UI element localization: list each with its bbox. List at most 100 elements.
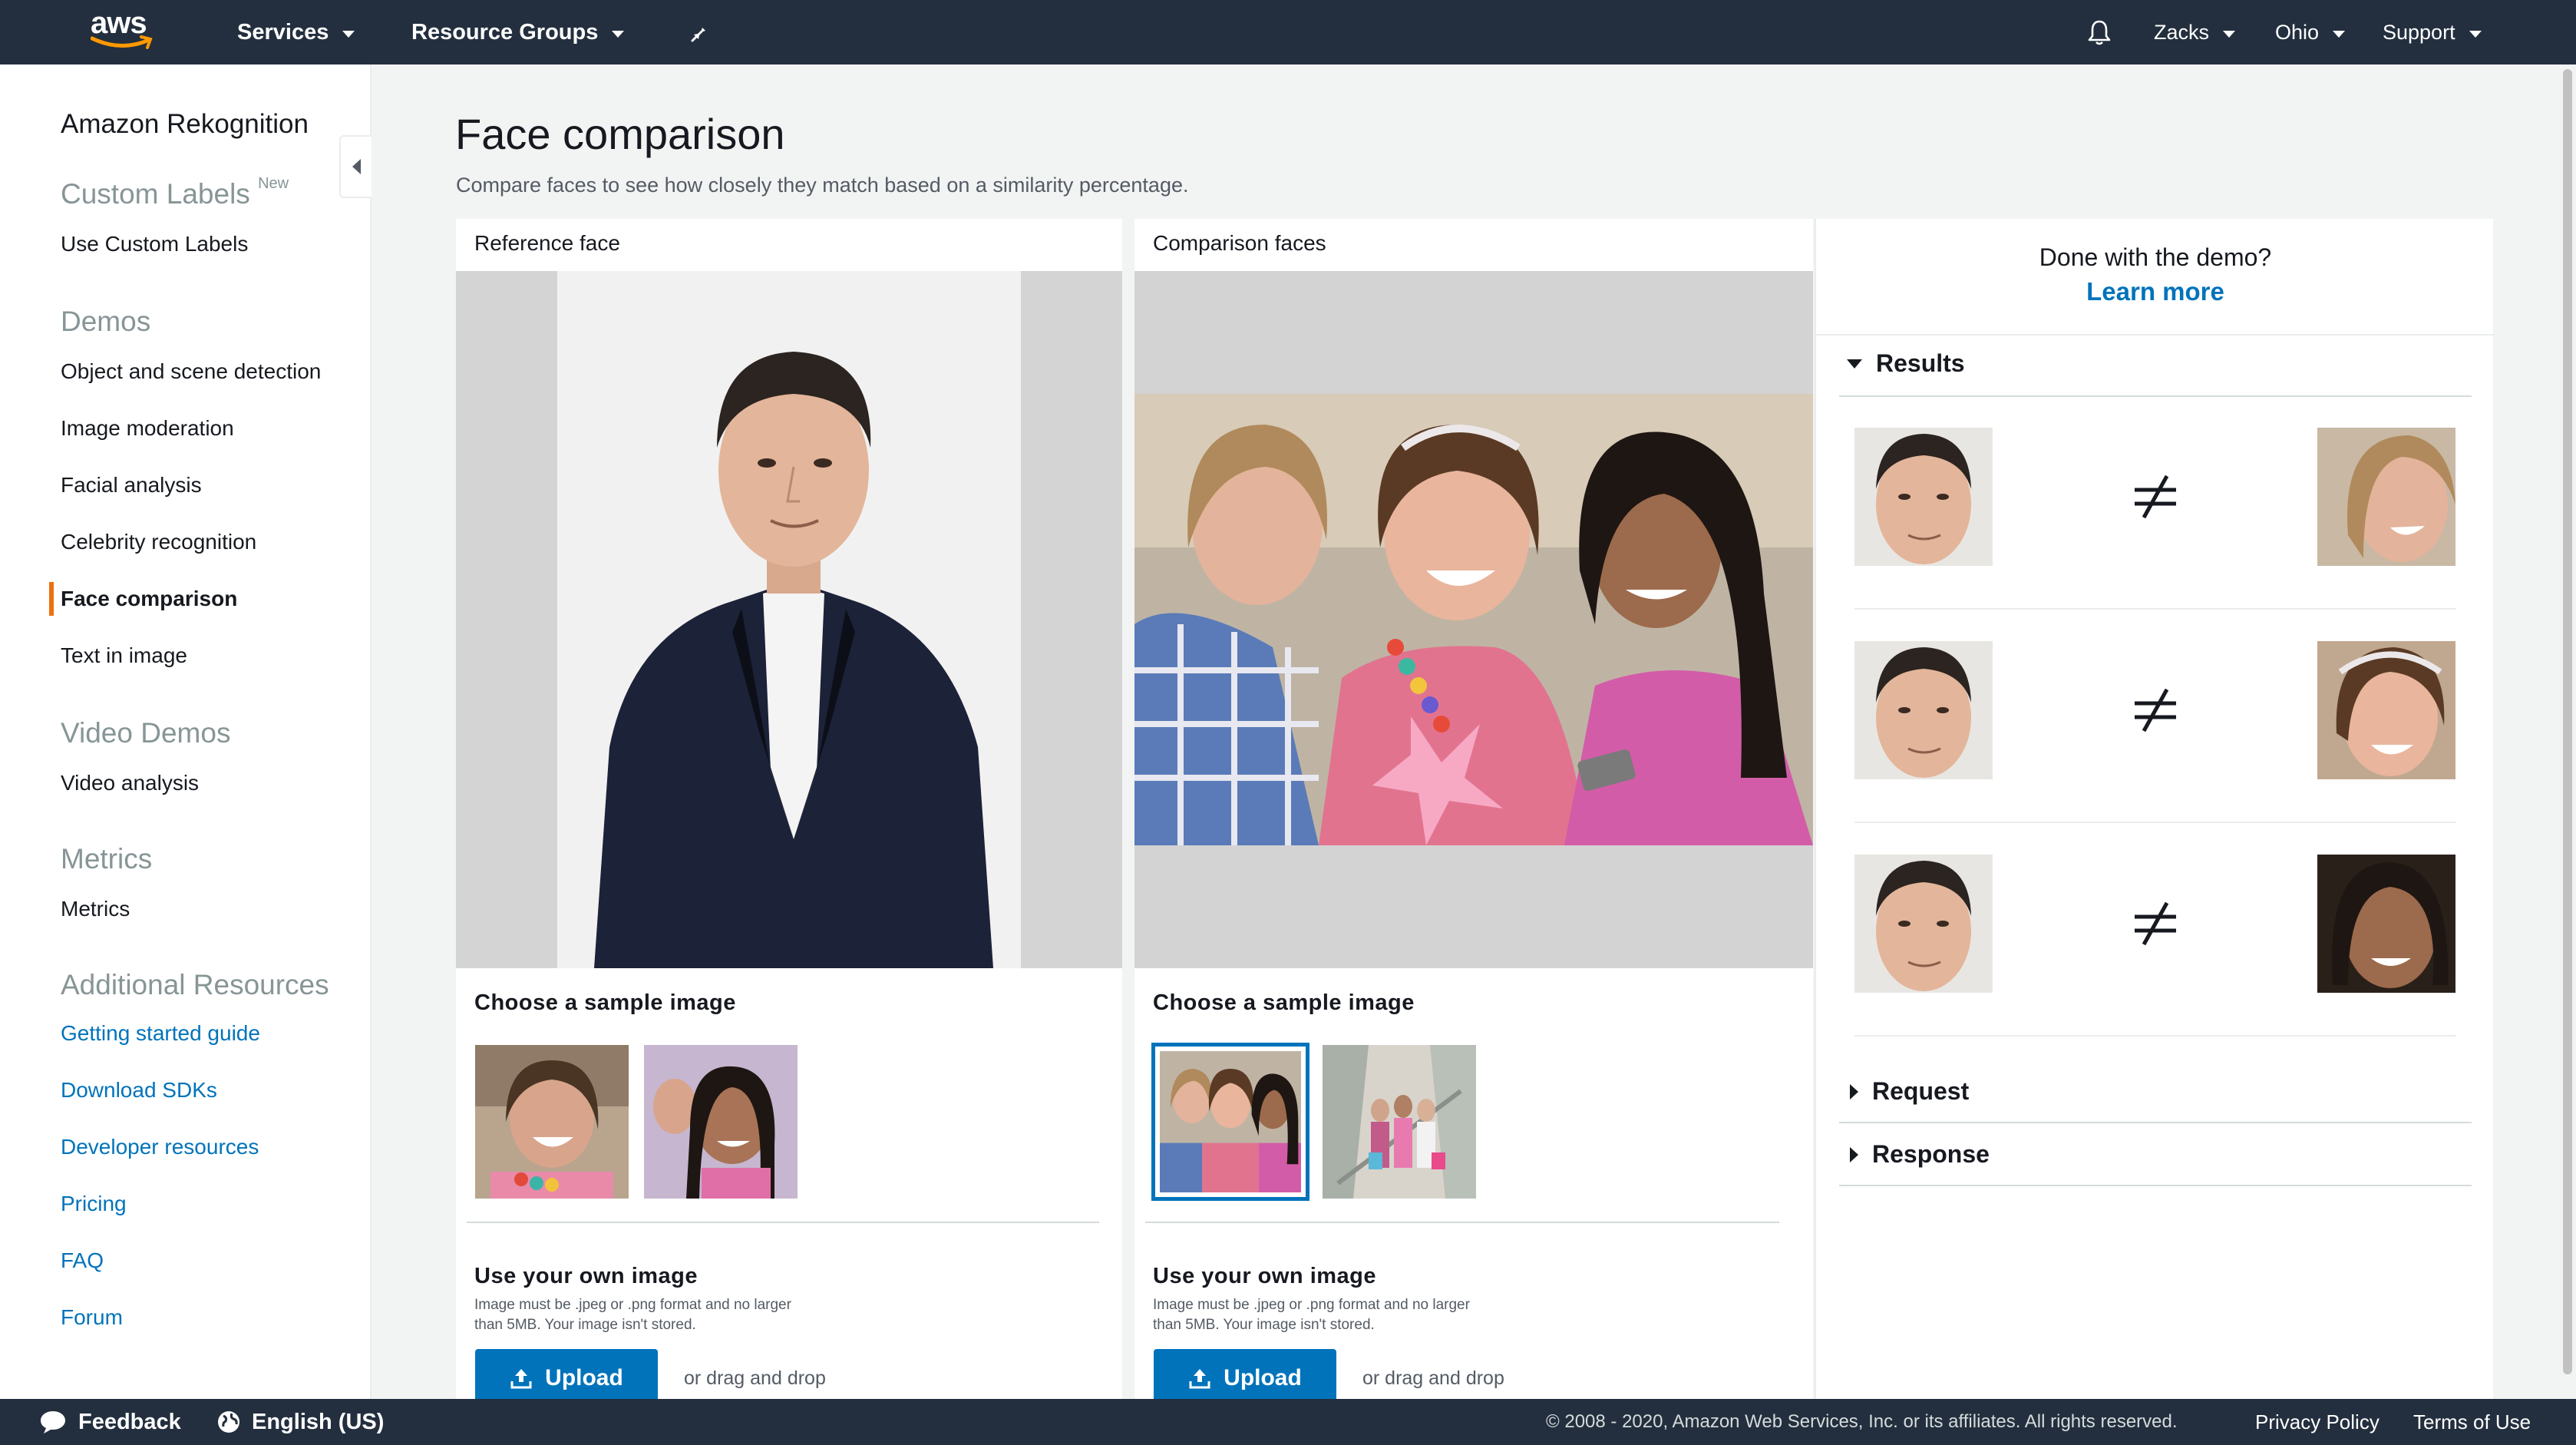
own-image-heading: Use your own image [1153,1264,1377,1288]
link-getting-started-guide[interactable]: Getting started guide [61,1021,260,1046]
result-comparison-face [2317,855,2455,993]
chevron-down-icon [612,30,625,38]
chevron-down-icon [2223,30,2236,38]
pin-button[interactable] [689,0,712,64]
section-divider [1145,1222,1779,1223]
reference-face-crop [1854,641,1993,779]
language-selector[interactable]: English (US) [216,1399,384,1445]
services-menu[interactable]: Services [237,0,355,64]
choose-sample-heading: Choose a sample image [474,990,736,1015]
scrollbar-thumb[interactable] [2563,69,2572,1374]
done-with-demo-text: Done with the demo? [2039,243,2272,271]
section-demos: Demos [61,306,151,337]
sidebar-item-image-moderation[interactable]: Image moderation [61,416,234,441]
sidebar-item-celebrity-recognition[interactable]: Celebrity recognition [61,530,256,554]
support-menu[interactable]: Support [2383,0,2482,64]
sidebar-item-metrics[interactable]: Metrics [61,897,130,921]
comparison-photo-illustration [1134,271,1813,968]
reference-face-panel: Reference face Choose a sample image Use… [456,219,1122,1407]
comparison-face-crop [2317,855,2455,993]
result-reference-face [1854,641,1993,779]
chevron-down-icon [342,30,355,38]
result-comparison-face [2317,428,2455,566]
chevron-left-icon [352,159,361,174]
section-video-demos: Video Demos [61,717,231,749]
aws-logo[interactable]: aws [91,8,155,57]
globe-icon [218,1411,239,1433]
notifications-button[interactable] [2086,0,2112,64]
link-download-sdks[interactable]: Download SDKs [61,1078,217,1103]
sidebar-title[interactable]: Amazon Rekognition [61,109,309,140]
sample-three-girls-photo [1160,1051,1301,1192]
language-label: English (US) [252,1409,385,1434]
speech-bubble-icon [41,1411,65,1433]
divider [1839,1122,2472,1123]
sidebar-collapse-button[interactable] [339,135,372,198]
not-equal-icon [2135,475,2176,519]
own-image-note: Image must be .jpeg or .png format and n… [1153,1297,1470,1333]
sample-thumbnail[interactable] [1323,1045,1476,1199]
upload-label: Upload [1224,1365,1302,1390]
feedback-button[interactable]: Feedback [38,1399,181,1445]
sample-thumbnail[interactable] [475,1045,629,1199]
feedback-label: Feedback [78,1409,181,1434]
sidebar-item-object-scene-detection[interactable]: Object and scene detection [61,359,321,384]
reference-face-crop [1854,855,1993,993]
link-developer-resources[interactable]: Developer resources [61,1135,259,1159]
link-faq[interactable]: FAQ [61,1248,104,1273]
aws-logo-text: aws [91,6,147,40]
upload-icon [1189,1369,1210,1389]
caret-right-icon [1850,1083,1858,1099]
own-image-heading: Use your own image [474,1264,698,1288]
page-subtitle: Compare faces to see how closely they ma… [456,174,1189,197]
reference-face-label: Reference face [474,231,620,255]
sidebar-item-face-comparison[interactable]: Face comparison [61,587,237,611]
learn-more-link[interactable]: Learn more [1816,277,2495,306]
link-forum[interactable]: Forum [61,1305,123,1330]
own-image-note: Image must be .jpeg or .png format and n… [474,1297,791,1333]
terms-of-use-link[interactable]: Terms of Use [2413,1399,2531,1445]
resource-groups-menu[interactable]: Resource Groups [411,0,625,64]
privacy-policy-link[interactable]: Privacy Policy [2255,1399,2379,1445]
section-custom-labels: Custom Labels New [61,175,289,210]
not-equal-icon [2135,688,2176,732]
drag-drop-hint: or drag and drop [1362,1367,1504,1389]
sidebar-item-video-analysis[interactable]: Video analysis [61,771,199,795]
sample-girls-photo [644,1045,798,1199]
chevron-down-icon [2469,30,2482,38]
reference-face-crop [1854,428,1993,566]
page-title: Face comparison [455,110,785,158]
sidebar-item-use-custom-labels[interactable]: Use Custom Labels [61,232,248,256]
row-divider [1854,608,2456,610]
section-metrics: Metrics [61,843,153,875]
services-label: Services [237,19,329,45]
sidebar-item-facial-analysis[interactable]: Facial analysis [61,473,202,498]
response-section-toggle[interactable]: Response [1847,1140,1990,1169]
copyright-text: © 2008 - 2020, Amazon Web Services, Inc.… [1546,1411,2178,1432]
support-label: Support [2383,20,2455,44]
sample-thumbnail[interactable] [644,1045,798,1199]
sidebar-item-text-in-image[interactable]: Text in image [61,643,187,668]
sample-girl-photo [475,1045,629,1199]
comparison-face-crop [2317,428,2455,566]
top-navigation-bar: aws Services Resource Groups Zacks Ohio … [0,0,2576,64]
resource-groups-label: Resource Groups [411,19,599,45]
sample-thumbnail-selected[interactable] [1151,1043,1309,1201]
active-indicator [49,582,54,616]
caret-right-icon [1850,1146,1858,1162]
bell-icon [2088,20,2111,45]
page-scrollbar[interactable] [2559,64,2576,1399]
request-section-toggle[interactable]: Request [1847,1077,1969,1106]
user-menu[interactable]: Zacks [2154,0,2236,64]
section-additional-resources: Additional Resources [61,969,329,1000]
link-pricing[interactable]: Pricing [61,1192,127,1216]
results-section-toggle[interactable]: Results [1847,349,1965,378]
response-label: Response [1872,1140,1990,1168]
user-label: Zacks [2154,20,2210,44]
caret-down-icon [1847,359,1862,369]
region-menu[interactable]: Ohio [2275,0,2346,64]
sidebar: Amazon Rekognition Custom Labels New Use… [0,64,372,1399]
new-badge: New [258,175,289,192]
not-equal-icon [2135,901,2176,946]
reference-image [456,271,1122,968]
